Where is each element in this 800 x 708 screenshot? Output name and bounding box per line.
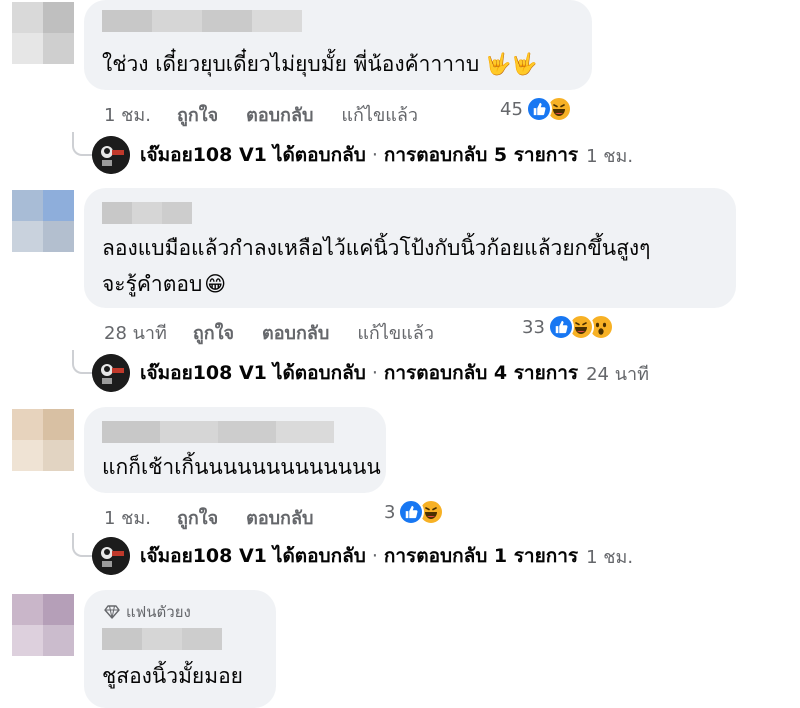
separator-dot: · xyxy=(371,545,378,567)
like-icon xyxy=(547,314,574,340)
comment-text: ลองแบมือแล้วกำลงเหลือไว้แค่นิ้วโป้งกับนิ… xyxy=(102,230,650,302)
edited-label[interactable]: แก้ไขแล้ว xyxy=(357,318,434,347)
reaction-summary[interactable]: 33 xyxy=(522,314,614,340)
reply-time: 1 ชม. xyxy=(586,145,634,167)
reaction-count: 3 xyxy=(384,501,396,523)
reaction-summary[interactable]: 45 xyxy=(500,96,572,122)
edited-label[interactable]: แก้ไขแล้ว xyxy=(341,100,418,129)
avatar[interactable] xyxy=(12,409,74,471)
reply-time: 1 ชม. xyxy=(586,546,634,568)
replied-action[interactable]: ได้ตอบกลับ xyxy=(273,541,366,571)
replier-name[interactable]: เจ๊มอย108 V1 xyxy=(140,140,267,170)
thread-connector xyxy=(72,350,92,374)
top-fan-badge[interactable]: แฟนตัวยง xyxy=(104,600,191,624)
grin-emoji: 😁 xyxy=(204,272,227,296)
commenter-name-redacted[interactable] xyxy=(102,202,192,224)
comment-text: แกก็เช้าเกิ้นนนนนนนนนนนนน xyxy=(102,455,381,479)
comment-bubble: ลองแบมือแล้วกำลงเหลือไว้แค่นิ้วโป้งกับนิ… xyxy=(84,188,736,308)
like-button[interactable]: ถูกใจ xyxy=(193,318,234,347)
comment-4: แฟนตัวยง ชูสองนิ้วมั้ยมอย xyxy=(0,590,800,708)
comment-bubble: แฟนตัวยง ชูสองนิ้วมั้ยมอย xyxy=(84,590,276,708)
like-button[interactable]: ถูกใจ xyxy=(177,100,218,129)
separator-dot: · xyxy=(371,144,378,166)
commenter-name-redacted[interactable] xyxy=(102,628,222,650)
replier-name[interactable]: เจ๊มอย108 V1 xyxy=(140,541,267,571)
reply-button[interactable]: ตอบกลับ xyxy=(262,318,329,347)
view-replies-link[interactable]: เจ๊มอย108 V1 ได้ตอบกลับ · การตอบกลับ 1 ร… xyxy=(92,537,633,575)
reply-count[interactable]: การตอบกลับ 1 รายการ xyxy=(384,541,578,571)
comment-time[interactable]: 1 ชม. xyxy=(104,100,151,129)
comment-3: แกก็เช้าเกิ้นนนนนนนนนนนนน 1 ชม. ถูกใจ ตอ… xyxy=(0,407,800,587)
like-icon xyxy=(525,96,552,122)
comment-time[interactable]: 1 ชม. xyxy=(104,503,151,532)
comment-2: ลองแบมือแล้วกำลงเหลือไว้แค่นิ้วโป้งกับนิ… xyxy=(0,188,800,398)
commenter-name-redacted[interactable] xyxy=(102,10,302,32)
comment-text-line: ลองแบมือแล้วกำลงเหลือไว้แค่นิ้วโป้งกับนิ… xyxy=(102,236,651,260)
replied-action[interactable]: ได้ตอบกลับ xyxy=(273,358,366,388)
view-replies-link[interactable]: เจ๊มอย108 V1 ได้ตอบกลับ · การตอบกลับ 4 ร… xyxy=(92,354,649,392)
avatar[interactable] xyxy=(12,594,74,656)
replier-avatar[interactable] xyxy=(92,136,130,174)
comment-bubble: ใช่วง เดี๋ยวยุบเดี๋ยวไม่ยุบมั้ย พี่น้องค… xyxy=(84,0,592,90)
comment-actions: 1 ชม. ถูกใจ ตอบกลับ แก้ไขแล้ว xyxy=(104,100,418,129)
replier-avatar[interactable] xyxy=(92,354,130,392)
reaction-count: 45 xyxy=(500,98,523,120)
replied-action[interactable]: ได้ตอบกลับ xyxy=(273,140,366,170)
comment-bubble: แกก็เช้าเกิ้นนนนนนนนนนนนน xyxy=(84,407,386,493)
replier-avatar[interactable] xyxy=(92,537,130,575)
comment-1: ใช่วง เดี๋ยวยุบเดี๋ยวไม่ยุบมั้ย พี่น้องค… xyxy=(0,0,800,180)
comment-time[interactable]: 28 นาที xyxy=(104,318,167,347)
thread-connector xyxy=(72,132,92,156)
hand-emoji: 🤟🤟 xyxy=(485,52,538,76)
thread-connector xyxy=(72,533,92,557)
avatar[interactable] xyxy=(12,190,74,252)
comment-actions: 1 ชม. ถูกใจ ตอบกลับ xyxy=(104,503,313,532)
reaction-summary[interactable]: 3 xyxy=(384,499,445,525)
comment-text-line: จะรู้คำตอบ😁 xyxy=(102,272,227,296)
reaction-count: 33 xyxy=(522,316,545,338)
avatar[interactable] xyxy=(12,2,74,64)
reply-count[interactable]: การตอบกลับ 4 รายการ xyxy=(384,358,578,388)
reply-count[interactable]: การตอบกลับ 5 รายการ xyxy=(384,140,578,170)
comment-text: ชูสองนิ้วมั้ยมอย xyxy=(102,664,243,688)
reply-time: 24 นาที xyxy=(586,363,650,385)
commenter-name-redacted[interactable] xyxy=(102,421,334,443)
comment-text: ใช่วง เดี๋ยวยุบเดี๋ยวไม่ยุบมั้ย พี่น้องค… xyxy=(102,52,538,76)
reply-button[interactable]: ตอบกลับ xyxy=(246,503,313,532)
separator-dot: · xyxy=(371,362,378,384)
view-replies-link[interactable]: เจ๊มอย108 V1 ได้ตอบกลับ · การตอบกลับ 5 ร… xyxy=(92,136,633,174)
diamond-icon xyxy=(104,605,120,619)
reply-button[interactable]: ตอบกลับ xyxy=(246,100,313,129)
replier-name[interactable]: เจ๊มอย108 V1 xyxy=(140,358,267,388)
like-button[interactable]: ถูกใจ xyxy=(177,503,218,532)
comment-actions: 28 นาที ถูกใจ ตอบกลับ แก้ไขแล้ว xyxy=(104,318,434,347)
